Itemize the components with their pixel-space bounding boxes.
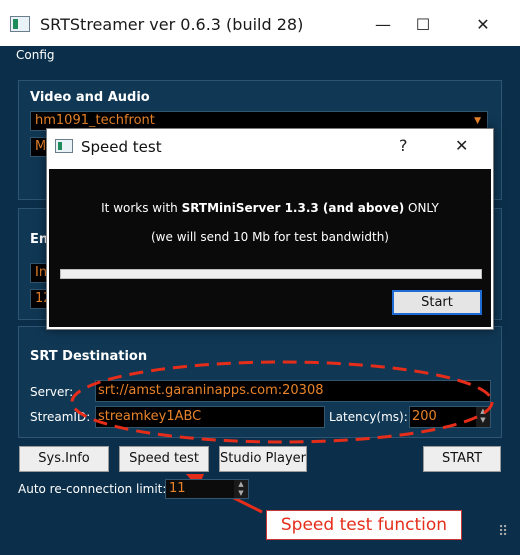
resize-grip-icon[interactable]: ⠿: [498, 524, 508, 540]
dialog-line1-suffix: ONLY: [404, 201, 439, 215]
progress-fill: [61, 270, 481, 278]
dialog-close-button[interactable]: ✕: [455, 136, 468, 155]
dialog-line1-prefix: It works with: [101, 201, 182, 215]
speed-test-progress-bar: [60, 269, 482, 279]
dialog-body: It works with SRTMiniServer 1.3.3 (and a…: [49, 169, 491, 327]
reconnect-label: Auto re-connection limit:: [18, 482, 167, 496]
annotation-ellipse: [70, 360, 494, 444]
speed-test-dialog: Speed test ? ✕ It works with SRTMiniServ…: [46, 128, 494, 330]
speed-test-button[interactable]: Speed test: [119, 446, 209, 472]
reconnect-value: 11: [169, 481, 186, 496]
start-button[interactable]: START: [423, 446, 501, 472]
dialog-start-button[interactable]: Start: [392, 290, 482, 315]
dialog-app-icon: [55, 139, 73, 153]
reconnect-spinbox[interactable]: 11 ▲ ▼: [165, 479, 249, 499]
sysinfo-button[interactable]: Sys.Info: [19, 446, 109, 472]
dialog-info-line1: It works with SRTMiniServer 1.3.3 (and a…: [49, 201, 491, 215]
dialog-help-button[interactable]: ?: [399, 136, 408, 155]
dialog-title: Speed test: [81, 138, 162, 156]
dialog-line1-bold: SRTMiniServer 1.3.3 (and above): [181, 201, 405, 215]
dialog-info-line2: (we will send 10 Mb for test bandwidth): [151, 230, 389, 244]
spin-arrows-icon[interactable]: ▲ ▼: [234, 480, 248, 498]
annotation-label: Speed test function: [266, 510, 462, 540]
studio-player-button[interactable]: Studio Player: [219, 446, 307, 472]
